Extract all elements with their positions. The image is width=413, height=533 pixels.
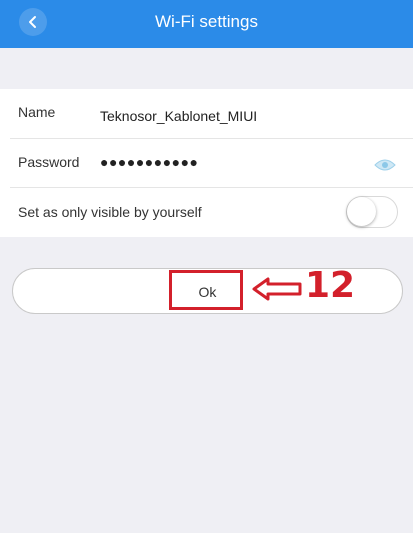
annotation-step-number: 12	[305, 265, 356, 306]
password-field[interactable]: ●●●●●●●●●●●	[100, 154, 199, 170]
password-label: Password	[18, 154, 80, 170]
visibility-toggle[interactable]	[346, 196, 398, 228]
name-label: Name	[18, 104, 56, 120]
eye-icon[interactable]	[374, 158, 396, 172]
toggle-knob	[347, 197, 376, 226]
annotation-arrow-icon	[252, 277, 302, 301]
wifi-form: Name Teknosor_Kablonet_MIUI Password ●●●…	[0, 89, 413, 237]
page-title: Wi-Fi settings	[155, 12, 258, 31]
password-row: Password ●●●●●●●●●●●	[0, 138, 413, 187]
header-bar: Wi-Fi settings	[0, 0, 413, 48]
name-row: Name Teknosor_Kablonet_MIUI	[0, 89, 413, 138]
name-field[interactable]: Teknosor_Kablonet_MIUI	[100, 108, 257, 124]
visibility-row: Set as only visible by yourself	[0, 187, 413, 237]
annotation-highlight-box	[169, 270, 243, 310]
visibility-label: Set as only visible by yourself	[18, 204, 202, 220]
